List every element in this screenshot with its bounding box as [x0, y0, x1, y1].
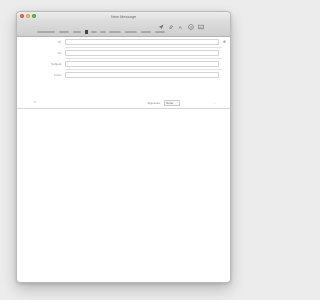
- window-title: New Message: [110, 14, 137, 19]
- outdent-control[interactable]: [155, 31, 165, 33]
- font-size-control[interactable]: [59, 31, 69, 33]
- signature-select[interactable]: None: [164, 100, 180, 106]
- cc-label: Cc:: [57, 51, 63, 55]
- message-body[interactable]: [17, 109, 230, 282]
- to-label: To:: [57, 40, 62, 44]
- to-field[interactable]: [65, 39, 219, 45]
- add-contact-icon[interactable]: ⊕: [222, 39, 227, 44]
- from-field[interactable]: [65, 72, 219, 78]
- bold-button[interactable]: [85, 30, 88, 34]
- subject-label: Subject:: [51, 62, 62, 66]
- toolbar: A: [17, 21, 230, 37]
- from-label-row: From:: [17, 70, 230, 81]
- cc-field[interactable]: [65, 50, 219, 56]
- subject-row: Subject:: [17, 59, 230, 70]
- list-control[interactable]: [125, 31, 137, 33]
- underline-button[interactable]: [100, 31, 106, 33]
- close-window-button[interactable]: [20, 14, 24, 18]
- indent-control[interactable]: [141, 31, 151, 33]
- photo-icon: [198, 24, 204, 30]
- window-controls: [20, 14, 36, 18]
- compose-window: New Message A To: ⊕ Cc: Subject: From: ≡…: [16, 11, 231, 283]
- color-control[interactable]: [73, 31, 81, 33]
- signature-row: ≡ Signature: None ⌄: [17, 98, 230, 108]
- list-toggle-icon[interactable]: ≡: [34, 101, 37, 104]
- title-bar: New Message: [17, 12, 230, 21]
- from-label: From:: [54, 73, 62, 77]
- zoom-window-button[interactable]: [32, 14, 36, 18]
- to-row: To: ⊕: [17, 37, 230, 48]
- font-family-control[interactable]: [37, 31, 55, 33]
- subject-field[interactable]: [65, 61, 219, 67]
- align-control[interactable]: [109, 31, 121, 33]
- signature-label: Signature:: [147, 101, 161, 105]
- format-bar: [37, 30, 197, 34]
- chevron-down-icon[interactable]: ⌄: [212, 100, 217, 106]
- cc-row: Cc:: [17, 48, 230, 59]
- minimize-window-button[interactable]: [26, 14, 30, 18]
- italic-button[interactable]: [91, 31, 97, 33]
- photo-button[interactable]: [198, 24, 204, 30]
